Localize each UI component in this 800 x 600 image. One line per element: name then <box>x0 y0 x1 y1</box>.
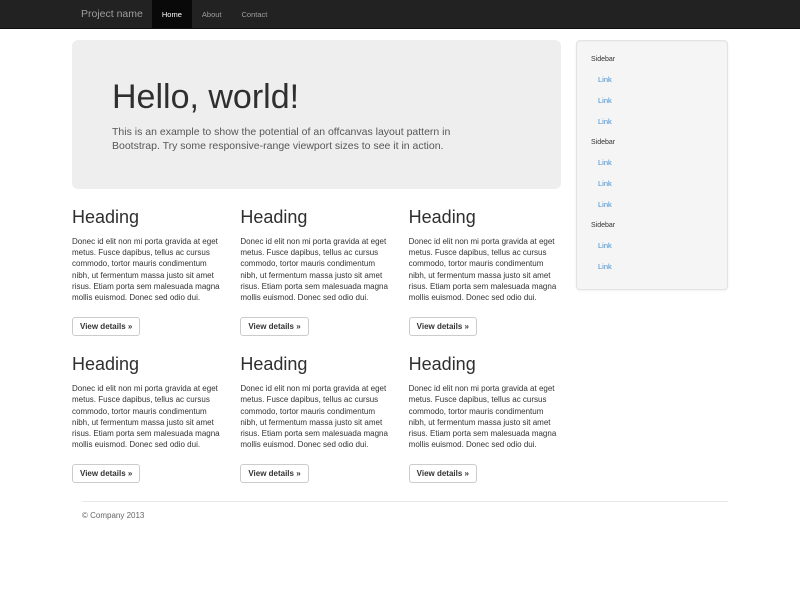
sidebar-group-title: Sidebar <box>591 136 713 150</box>
sidebar-link[interactable]: Link <box>591 235 713 256</box>
card: Heading Donec id elit non mi porta gravid… <box>72 354 224 483</box>
card-body-text: Donec id elit non mi porta gravida at eg… <box>240 236 392 303</box>
card: Heading Donec id elit non mi porta gravid… <box>409 354 561 483</box>
view-details-button[interactable]: View details » <box>240 464 308 483</box>
navbar-menu: HomeAboutContact <box>152 0 277 28</box>
card-heading: Heading <box>240 207 392 227</box>
sidebar-group-title: Sidebar <box>591 53 713 67</box>
card-heading: Heading <box>409 207 561 227</box>
card-heading: Heading <box>240 354 392 374</box>
copyright-text: © Company 2013 <box>82 511 728 520</box>
main-row: Hello, world! This is an example to show… <box>72 40 728 483</box>
card-body-text: Donec id elit non mi porta gravida at eg… <box>72 236 224 303</box>
card-heading: Heading <box>409 354 561 374</box>
navbar-inner: Project name HomeAboutContact <box>72 0 728 28</box>
jumbotron-description: This is an example to show the potential… <box>112 125 521 153</box>
jumbotron: Hello, world! This is an example to show… <box>72 40 561 189</box>
card-body-text: Donec id elit non mi porta gravida at eg… <box>409 383 561 450</box>
page-container: Hello, world! This is an example to show… <box>72 40 728 520</box>
view-details-button[interactable]: View details » <box>72 317 140 336</box>
footer-divider <box>82 501 728 502</box>
nav-item-home[interactable]: Home <box>152 0 192 28</box>
card: Heading Donec id elit non mi porta gravid… <box>409 207 561 336</box>
sidebar-link[interactable]: Link <box>591 194 713 215</box>
navbar: Project name HomeAboutContact <box>0 0 800 29</box>
cards-grid: Heading Donec id elit non mi porta gravid… <box>72 207 561 483</box>
card-body-text: Donec id elit non mi porta gravida at eg… <box>72 383 224 450</box>
card-heading: Heading <box>72 207 224 227</box>
view-details-button[interactable]: View details » <box>72 464 140 483</box>
card-body-text: Donec id elit non mi porta gravida at eg… <box>409 236 561 303</box>
sidebar-link[interactable]: Link <box>591 111 713 132</box>
card-body-text: Donec id elit non mi porta gravida at eg… <box>240 383 392 450</box>
navbar-brand[interactable]: Project name <box>72 0 152 28</box>
sidebar-link[interactable]: Link <box>591 152 713 173</box>
sidebar-link[interactable]: Link <box>591 173 713 194</box>
view-details-button[interactable]: View details » <box>409 317 477 336</box>
sidebar: SidebarLinkLinkLinkSidebarLinkLinkLinkSi… <box>576 40 728 290</box>
card: Heading Donec id elit non mi porta gravid… <box>72 207 224 336</box>
card-heading: Heading <box>72 354 224 374</box>
sidebar-link[interactable]: Link <box>591 69 713 90</box>
main-content: Hello, world! This is an example to show… <box>72 40 561 483</box>
footer: © Company 2013 <box>72 501 728 520</box>
sidebar-link[interactable]: Link <box>591 256 713 277</box>
view-details-button[interactable]: View details » <box>240 317 308 336</box>
sidebar-group-title: Sidebar <box>591 219 713 233</box>
sidebar-link[interactable]: Link <box>591 90 713 111</box>
view-details-button[interactable]: View details » <box>409 464 477 483</box>
nav-item-about[interactable]: About <box>192 0 232 28</box>
card: Heading Donec id elit non mi porta gravid… <box>240 354 392 483</box>
card: Heading Donec id elit non mi porta gravid… <box>240 207 392 336</box>
nav-item-contact[interactable]: Contact <box>232 0 278 28</box>
page-title: Hello, world! <box>112 79 521 115</box>
